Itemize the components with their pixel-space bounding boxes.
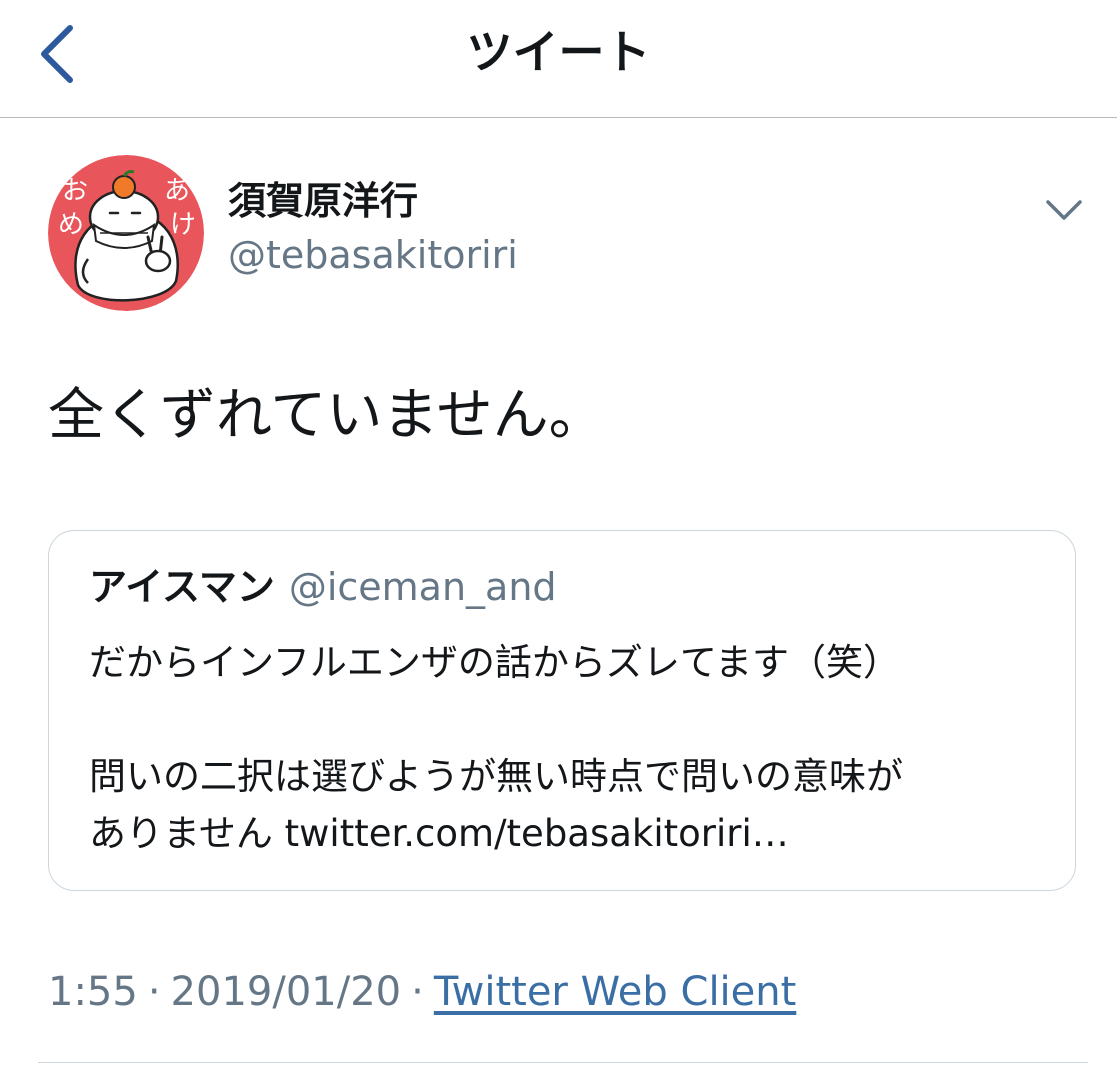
tweet-text: 全くずれていません。 (48, 383, 605, 448)
avatar-letter: め (58, 210, 84, 240)
meta-separator: · (147, 969, 161, 1015)
quoted-author-handle: @iceman_and (288, 565, 557, 609)
author-handle[interactable]: @tebasakitoriri (228, 230, 518, 280)
avatar-letter: あ (164, 176, 190, 206)
quoted-tweet-text: だからインフルエンザの話からズレてます（笑） 問いの二択は選びようが無い時点で問… (89, 634, 1049, 862)
quoted-tweet-line: 問いの二択は選びようが無い時点で問いの意味が (89, 755, 903, 798)
meta-separator: · (411, 969, 424, 1015)
author-display-name[interactable]: 須賀原洋行 (228, 176, 418, 226)
tweet-source-link[interactable]: Twitter Web Client (434, 969, 797, 1015)
chevron-down-icon (1046, 200, 1082, 220)
quoted-tweet-card[interactable]: アイスマン @iceman_and だからインフルエンザの話からズレてます（笑） … (48, 530, 1076, 891)
avatar-letter: け (170, 210, 196, 240)
tweet-menu-button[interactable] (1040, 190, 1088, 230)
quoted-author-name: アイスマン (89, 565, 275, 609)
quoted-tweet-line: ありません twitter.com/tebasakitoriri… (89, 812, 789, 855)
quoted-tweet-line (89, 691, 1049, 748)
page-title: ツイート (466, 25, 651, 79)
quoted-tweet-header: アイスマン @iceman_and (89, 563, 557, 611)
divider (38, 1062, 1088, 1063)
navigation-bar: ツイート (0, 0, 1117, 118)
tweet-time: 1:55 (48, 969, 138, 1015)
tweet-metadata: 1:55 · 2019/01/20 · Twitter Web Client (48, 966, 796, 1018)
quoted-tweet-line: だからインフルエンザの話からズレてます（笑） (89, 641, 901, 684)
avatar[interactable]: お め あ け (48, 155, 204, 311)
avatar-letter: お (62, 176, 88, 206)
tweet-date: 2019/01/20 (170, 969, 402, 1015)
